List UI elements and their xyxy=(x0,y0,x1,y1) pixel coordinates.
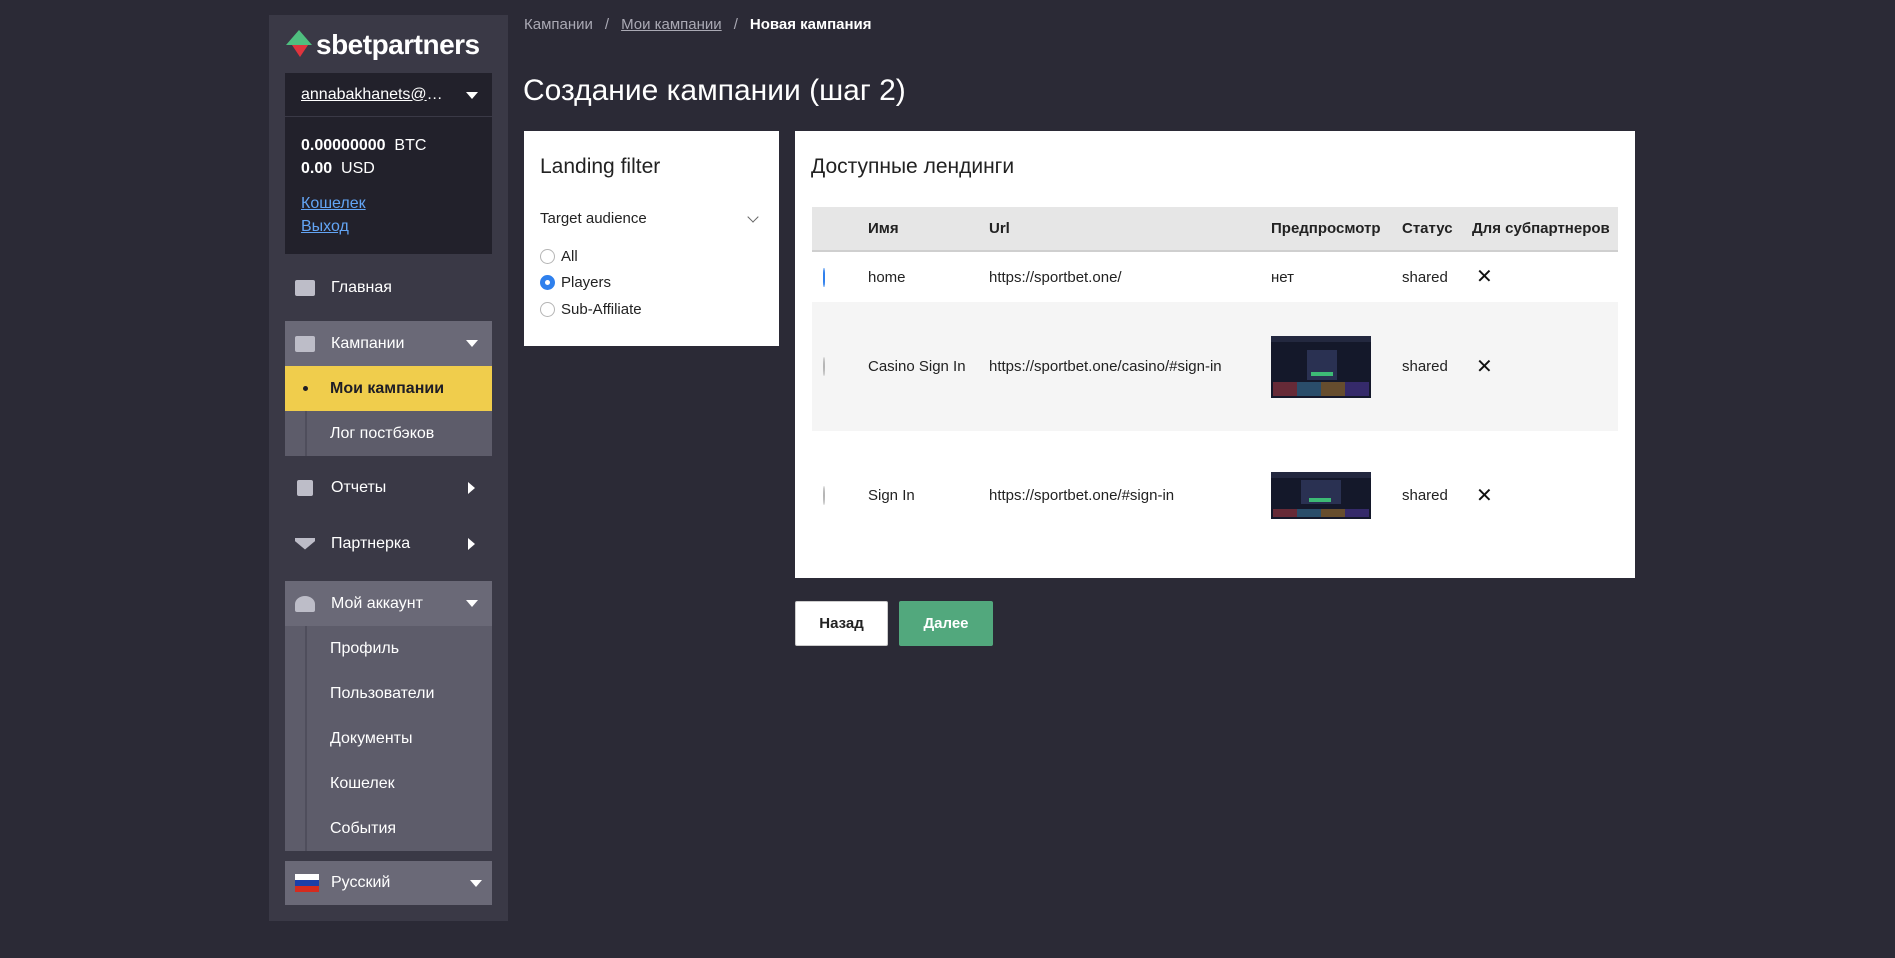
landing-url: https://sportbet.one/ xyxy=(989,268,1122,286)
col-preview: Предпросмотр xyxy=(1271,220,1381,237)
sidebar-item-documents[interactable]: Документы xyxy=(285,716,492,761)
target-audience-label: Target audience xyxy=(540,210,647,227)
col-url: Url xyxy=(989,220,1010,237)
landing-status: shared xyxy=(1402,487,1448,504)
chevron-right-icon xyxy=(468,481,475,494)
sidebar-item-my-campaigns[interactable]: Мои кампании xyxy=(285,366,492,411)
home-icon xyxy=(295,279,315,296)
sidebar-item-partnership[interactable]: Партнерка xyxy=(285,521,492,566)
logo-icon xyxy=(286,30,312,60)
user-icon xyxy=(295,595,315,612)
brand-logo[interactable]: sbetpartners xyxy=(286,29,480,61)
col-name: Имя xyxy=(868,220,899,237)
available-landings-card: Доступные лендинги Имя Url Предпросмотр … xyxy=(795,131,1635,578)
sidebar-item-my-account[interactable]: Мой аккаунт xyxy=(285,581,492,626)
account-email[interactable]: annabakhanets@g... xyxy=(301,86,446,104)
account-panel: annabakhanets@g... 0.00000000 BTC 0.00 U… xyxy=(285,73,492,254)
brand-name: sbetpartners xyxy=(316,29,480,60)
sidebar-item-profile[interactable]: Профиль xyxy=(285,626,492,671)
campaigns-group: Кампании Мои кампании Лог постбэков xyxy=(285,321,492,456)
language-select[interactable]: Русский xyxy=(285,861,492,905)
landings-table: Имя Url Предпросмотр Статус Для субпартн… xyxy=(812,207,1618,560)
audience-option-players[interactable]: Players xyxy=(540,270,642,297)
chevron-right-icon xyxy=(468,537,475,550)
close-icon: ✕ xyxy=(1476,484,1493,507)
caret-down-icon xyxy=(466,600,478,607)
table-header: Имя Url Предпросмотр Статус Для субпартн… xyxy=(812,207,1618,252)
landing-radio[interactable] xyxy=(823,357,825,376)
table-row[interactable]: Sign In https://sportbet.one/#sign-in sh… xyxy=(812,431,1618,560)
caret-down-icon xyxy=(466,340,478,347)
table-row[interactable]: home https://sportbet.one/ нет shared ✕ xyxy=(812,252,1618,302)
page-title: Создание кампании (шаг 2) xyxy=(523,74,906,107)
close-icon: ✕ xyxy=(1476,355,1493,378)
radio-all[interactable] xyxy=(540,248,555,264)
sidebar-item-wallet[interactable]: Кошелек xyxy=(285,761,492,806)
table-row[interactable]: Casino Sign In https://sportbet.one/casi… xyxy=(812,302,1618,431)
balance-btc: 0.00000000 BTC xyxy=(301,137,427,154)
active-dot xyxy=(303,386,308,391)
sidebar-nav: Главная xyxy=(285,265,492,310)
account-dropdown[interactable]: annabakhanets@g... xyxy=(285,73,492,117)
logout-link[interactable]: Выход xyxy=(301,215,492,238)
sidebar-item-events[interactable]: События xyxy=(285,806,492,851)
landing-status: shared xyxy=(1402,268,1448,286)
landing-filter-card: Landing filter Target audience All Playe… xyxy=(524,131,779,346)
landing-name: Sign In xyxy=(868,487,915,504)
sidebar-item-postback-log[interactable]: Лог постбэков xyxy=(285,411,492,456)
sidebar-nav-reports: Отчеты Партнерка xyxy=(285,465,492,566)
landings-title: Доступные лендинги xyxy=(811,155,1015,178)
col-status: Статус xyxy=(1402,220,1453,237)
target-audience-toggle[interactable]: Target audience xyxy=(540,210,763,227)
clipboard-icon xyxy=(297,479,313,496)
landing-name: Casino Sign In xyxy=(868,358,966,375)
wallet-link[interactable]: Кошелек xyxy=(301,192,492,215)
sidebar-item-campaigns[interactable]: Кампании xyxy=(285,321,492,366)
breadcrumb-my-campaigns[interactable]: Мои кампании xyxy=(621,16,722,33)
landing-preview-thumbnail[interactable] xyxy=(1271,335,1371,398)
back-button[interactable]: Назад xyxy=(795,601,888,646)
chevron-down-icon xyxy=(747,210,759,223)
landing-radio[interactable] xyxy=(823,486,825,505)
landing-preview-text: нет xyxy=(1271,268,1294,286)
close-icon: ✕ xyxy=(1476,266,1493,288)
landing-url: https://sportbet.one/casino/#sign-in xyxy=(989,358,1222,375)
sidebar-item-reports[interactable]: Отчеты xyxy=(285,465,492,510)
breadcrumb: Кампании / Мои кампании / Новая кампания xyxy=(524,16,872,33)
audience-option-sub-affiliate[interactable]: Sub-Affiliate xyxy=(540,296,642,323)
landing-radio[interactable] xyxy=(823,267,825,287)
account-group: Мой аккаунт Профиль Пользователи Докумен… xyxy=(285,581,492,851)
russia-flag-icon xyxy=(295,874,319,892)
filter-title: Landing filter xyxy=(540,155,661,178)
landing-name: home xyxy=(868,268,906,286)
store-icon xyxy=(295,335,315,352)
caret-down-icon xyxy=(470,880,482,887)
balance-list: 0.00000000 BTC 0.00 USD xyxy=(285,117,492,180)
caret-down-icon xyxy=(466,92,478,99)
landing-preview-thumbnail[interactable] xyxy=(1271,472,1371,519)
sidebar-item-users[interactable]: Пользователи xyxy=(285,671,492,716)
radio-sub-affiliate[interactable] xyxy=(540,301,555,317)
breadcrumb-separator: / xyxy=(604,16,610,33)
breadcrumb-separator: / xyxy=(733,16,738,33)
breadcrumb-current: Новая кампания xyxy=(749,16,872,33)
sidebar-item-home[interactable]: Главная xyxy=(285,265,492,310)
diamond-icon xyxy=(295,537,315,550)
col-subpartners: Для субпартнеров xyxy=(1472,220,1610,237)
breadcrumb-campaigns: Кампании xyxy=(524,16,593,33)
sidebar: sbetpartners annabakhanets@g... 0.000000… xyxy=(269,15,508,921)
landing-url: https://sportbet.one/#sign-in xyxy=(989,487,1175,504)
radio-players[interactable] xyxy=(540,275,555,291)
next-button[interactable]: Далее xyxy=(899,601,993,646)
target-audience-options: All Players Sub-Affiliate xyxy=(540,243,642,323)
landing-status: shared xyxy=(1402,358,1448,375)
balance-usd: 0.00 USD xyxy=(301,160,375,177)
audience-option-all[interactable]: All xyxy=(540,243,642,270)
